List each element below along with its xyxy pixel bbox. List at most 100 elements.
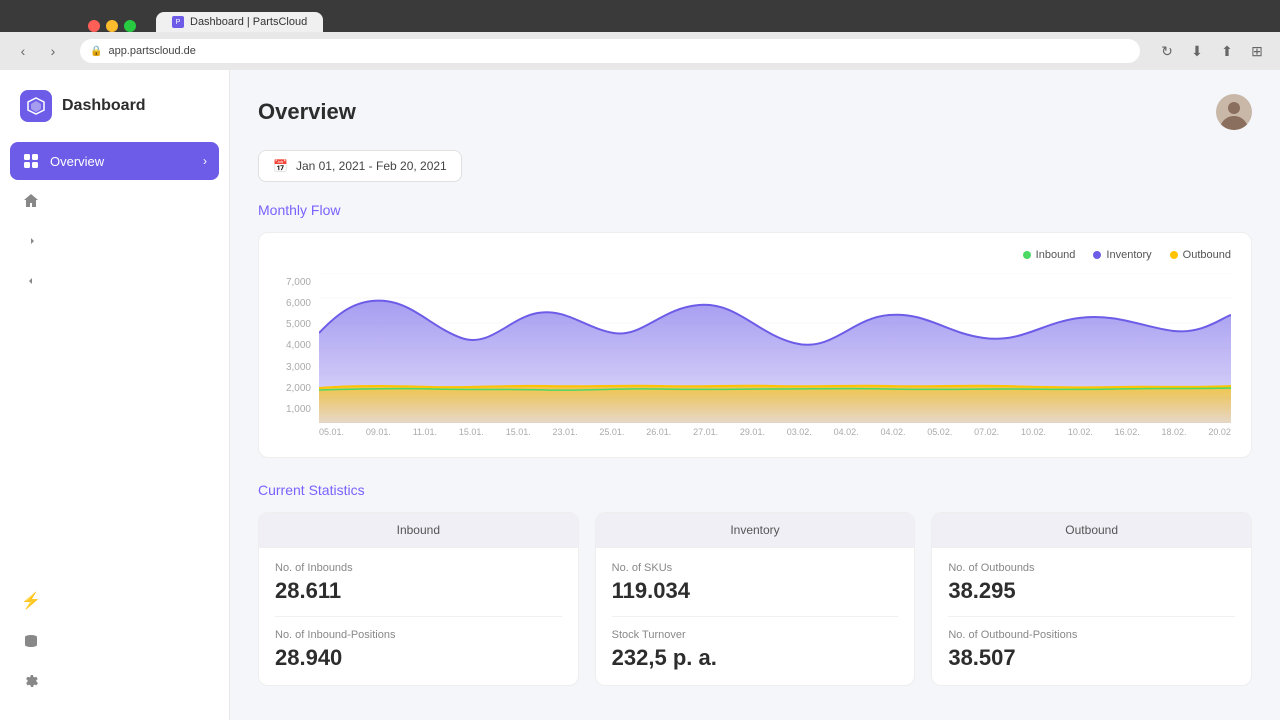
forward-button[interactable]: › bbox=[42, 40, 64, 62]
inbound-icon bbox=[22, 232, 40, 250]
stat-card-inbound: Inbound No. of Inbounds 28.611 No. of In… bbox=[258, 512, 579, 686]
x-label-2002: 20.02 bbox=[1208, 427, 1231, 437]
x-label-2501: 25.01. bbox=[599, 427, 624, 437]
y-label-7000: 7,000 bbox=[286, 277, 311, 288]
inventory-stat-value-2: 232,5 p. a. bbox=[612, 645, 899, 671]
x-label-0402a: 04.02. bbox=[834, 427, 859, 437]
overview-icon bbox=[22, 152, 40, 170]
download-button[interactable]: ⬇ bbox=[1186, 40, 1208, 62]
stat-card-inventory: Inventory No. of SKUs 119.034 Stock Turn… bbox=[595, 512, 916, 686]
sidebar-item-settings[interactable] bbox=[10, 662, 219, 700]
inventory-legend-dot bbox=[1093, 251, 1101, 259]
x-label-2701: 27.01. bbox=[693, 427, 718, 437]
chart-body: 7,000 6,000 5,000 4,000 3,000 2,000 1,00… bbox=[279, 273, 1231, 437]
sidebar-item-database[interactable] bbox=[10, 622, 219, 660]
x-label-1002b: 10.02. bbox=[1068, 427, 1093, 437]
outbound-stat-value-2: 38.507 bbox=[948, 645, 1235, 671]
page-header: Overview bbox=[258, 94, 1252, 130]
inbound-legend-label: Inbound bbox=[1036, 249, 1076, 261]
x-label-0702: 07.02. bbox=[974, 427, 999, 437]
sidebar-item-inbound[interactable] bbox=[10, 222, 219, 260]
chart-container: Inbound Inventory Outbound 7,000 6,000 5… bbox=[258, 232, 1252, 458]
main-content: Overview 📅 Jan 01, 2021 - Feb 20, 2021 M… bbox=[230, 70, 1280, 720]
sidebar-item-lightning[interactable]: ⚡ bbox=[10, 582, 219, 620]
outbound-icon bbox=[22, 272, 40, 290]
current-statistics-title: Current Statistics bbox=[258, 482, 1252, 498]
sidebar-item-home[interactable] bbox=[10, 182, 219, 220]
x-label-0502: 05.02. bbox=[927, 427, 952, 437]
inbound-stat-value-2: 28.940 bbox=[275, 645, 562, 671]
stat-card-outbound: Outbound No. of Outbounds 38.295 No. of … bbox=[931, 512, 1252, 686]
y-label-6000: 6,000 bbox=[286, 298, 311, 309]
browser-tab-bar: P Dashboard | PartsCloud bbox=[0, 0, 1280, 32]
logo-icon bbox=[20, 90, 52, 122]
stat-divider-inv bbox=[612, 616, 899, 617]
x-label-1501b: 15.01. bbox=[506, 427, 531, 437]
outbound-stat-value-1: 38.295 bbox=[948, 578, 1235, 604]
minimize-window-button[interactable] bbox=[106, 20, 118, 32]
sidebar-navigation: Overview › bbox=[0, 142, 229, 300]
app-layout: Dashboard Overview › bbox=[0, 70, 1280, 720]
inventory-stat-value-1: 119.034 bbox=[612, 578, 899, 604]
chart-svg bbox=[319, 273, 1231, 423]
browser-tab[interactable]: P Dashboard | PartsCloud bbox=[156, 12, 323, 32]
home-icon bbox=[22, 192, 40, 210]
outbound-legend-dot bbox=[1170, 251, 1178, 259]
browser-chrome: P Dashboard | PartsCloud ‹ › 🔒 app.parts… bbox=[0, 0, 1280, 70]
outbound-stat-label-2: No. of Outbound-Positions bbox=[948, 629, 1235, 641]
back-button[interactable]: ‹ bbox=[12, 40, 34, 62]
x-label-0901: 09.01. bbox=[366, 427, 391, 437]
sidebar-item-outbound[interactable] bbox=[10, 262, 219, 300]
x-label-1501a: 15.01. bbox=[459, 427, 484, 437]
close-window-button[interactable] bbox=[88, 20, 100, 32]
tab-favicon: P bbox=[172, 16, 184, 28]
date-range-text: Jan 01, 2021 - Feb 20, 2021 bbox=[296, 159, 447, 173]
x-label-1101: 11.01. bbox=[413, 427, 437, 437]
inventory-stat-label-1: No. of SKUs bbox=[612, 562, 899, 574]
user-avatar[interactable] bbox=[1216, 94, 1252, 130]
outbound-card-body: No. of Outbounds 38.295 No. of Outbound-… bbox=[932, 548, 1251, 685]
y-label-4000: 4,000 bbox=[286, 340, 311, 351]
x-label-0501: 05.01. bbox=[319, 427, 344, 437]
lightning-icon: ⚡ bbox=[22, 592, 40, 610]
inbound-stat-label-2: No. of Inbound-Positions bbox=[275, 629, 562, 641]
y-label-1000: 1,000 bbox=[286, 404, 311, 415]
x-label-1802: 18.02. bbox=[1162, 427, 1187, 437]
outbound-area bbox=[319, 386, 1231, 423]
overview-label: Overview bbox=[50, 154, 104, 169]
legend-inbound: Inbound bbox=[1023, 249, 1076, 261]
inventory-card-header: Inventory bbox=[596, 513, 915, 548]
share-button[interactable]: ⬆ bbox=[1216, 40, 1238, 62]
lock-icon: 🔒 bbox=[90, 46, 102, 57]
extensions-button[interactable]: ⊞ bbox=[1246, 40, 1268, 62]
date-range-button[interactable]: 📅 Jan 01, 2021 - Feb 20, 2021 bbox=[258, 150, 462, 182]
sidebar: Dashboard Overview › bbox=[0, 70, 230, 720]
sidebar-logo: Dashboard bbox=[0, 90, 229, 142]
settings-icon bbox=[22, 672, 40, 690]
outbound-stat-label-1: No. of Outbounds bbox=[948, 562, 1235, 574]
x-label-2901: 29.01. bbox=[740, 427, 765, 437]
sidebar-bottom: ⚡ bbox=[0, 582, 229, 700]
chart-svg-container: 05.01. 09.01. 11.01. 15.01. 15.01. 23.01… bbox=[319, 273, 1231, 437]
page-title: Overview bbox=[258, 99, 356, 125]
database-icon bbox=[22, 632, 40, 650]
address-bar[interactable]: 🔒 app.partscloud.de bbox=[80, 39, 1140, 63]
app-title: Dashboard bbox=[62, 97, 146, 115]
sidebar-item-overview[interactable]: Overview › bbox=[10, 142, 219, 180]
inventory-card-body: No. of SKUs 119.034 Stock Turnover 232,5… bbox=[596, 548, 915, 685]
legend-inventory: Inventory bbox=[1093, 249, 1151, 261]
stat-divider bbox=[275, 616, 562, 617]
legend-outbound: Outbound bbox=[1170, 249, 1231, 261]
y-axis: 7,000 6,000 5,000 4,000 3,000 2,000 1,00… bbox=[279, 273, 319, 437]
inventory-legend-label: Inventory bbox=[1106, 249, 1151, 261]
chevron-right-icon: › bbox=[203, 154, 207, 168]
inbound-card-header: Inbound bbox=[259, 513, 578, 548]
y-label-3000: 3,000 bbox=[286, 362, 311, 373]
outbound-legend-label: Outbound bbox=[1183, 249, 1231, 261]
tab-title: Dashboard | PartsCloud bbox=[190, 16, 307, 28]
outbound-card-header: Outbound bbox=[932, 513, 1251, 548]
maximize-window-button[interactable] bbox=[124, 20, 136, 32]
reload-button[interactable]: ↻ bbox=[1156, 40, 1178, 62]
stats-grid: Inbound No. of Inbounds 28.611 No. of In… bbox=[258, 512, 1252, 686]
x-label-0402b: 04.02. bbox=[880, 427, 905, 437]
